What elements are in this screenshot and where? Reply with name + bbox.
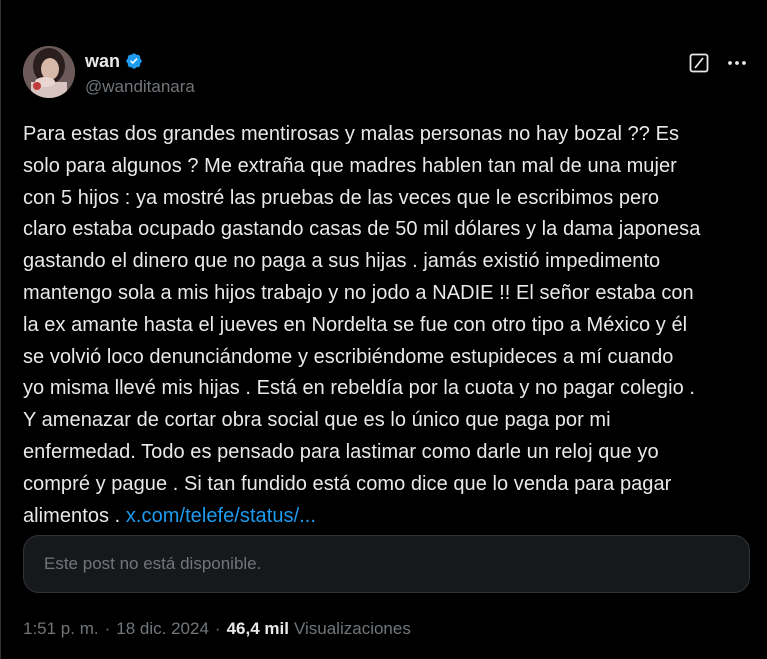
author-handle[interactable]: @wanditanara [85,77,195,97]
unavailable-text: Este post no está disponible. [44,554,262,573]
avatar-image [23,46,75,98]
verified-badge-icon [125,52,143,70]
meta-separator-2: · [214,619,221,638]
quoted-post-unavailable: Este post no está disponible. [23,535,750,593]
avatar[interactable] [23,46,75,98]
post-header: wan @wanditanara [23,46,748,102]
more-options-icon[interactable] [726,52,748,74]
post-date[interactable]: 18 dic. 2024 [116,619,209,639]
views-count[interactable]: 46,4 mil [227,619,289,639]
name-row: wan [85,50,195,72]
post-link[interactable]: x.com/telefe/status/... [126,505,316,527]
grok-icon[interactable] [688,52,710,74]
post-time[interactable]: 1:51 p. m. [23,619,99,639]
post-container: wan @wanditanara Para estas dos grandes … [0,0,767,659]
post-text: Para estas dos grandes mentirosas y mala… [23,123,701,527]
display-name[interactable]: wan [85,51,120,72]
post-body: Para estas dos grandes mentirosas y mala… [23,119,758,532]
author-block: wan @wanditanara [85,50,195,97]
header-actions [688,52,748,74]
post-meta: 1:51 p. m. · 18 dic. 2024 · 46,4 mil Vis… [23,619,411,639]
meta-separator: · [104,619,111,638]
views-label[interactable]: Visualizaciones [294,619,411,639]
